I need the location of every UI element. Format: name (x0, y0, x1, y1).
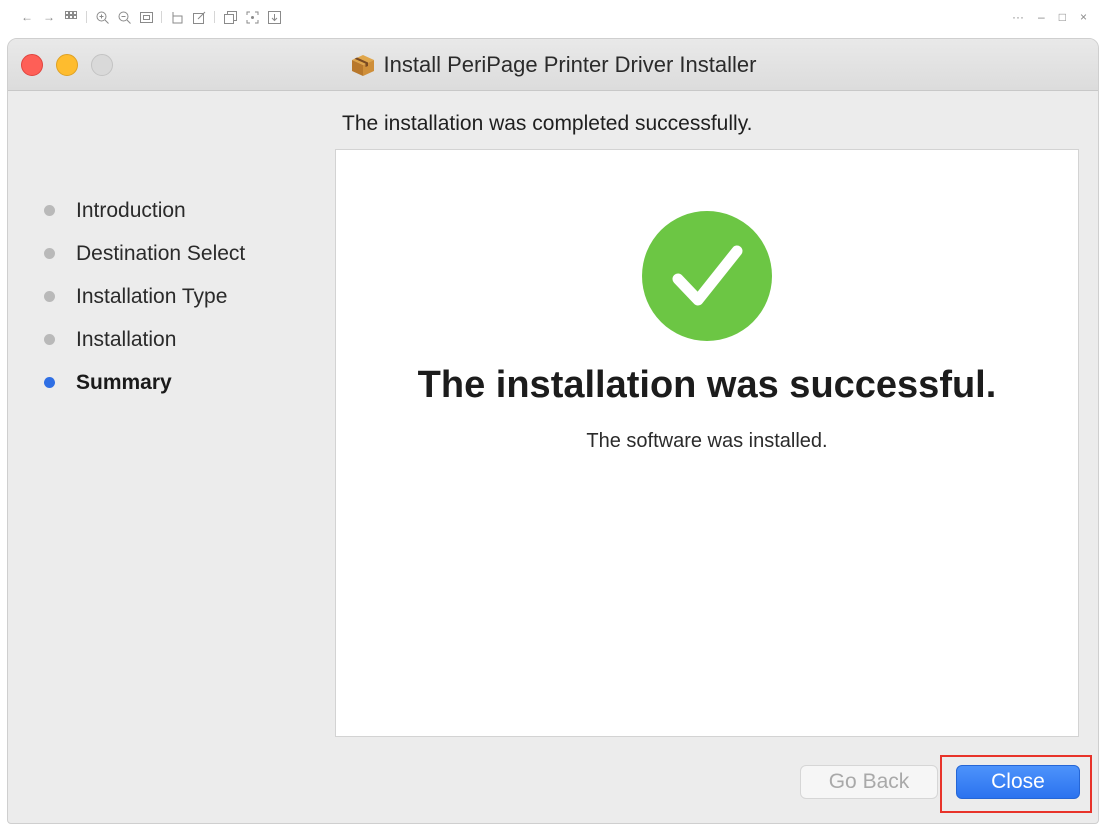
minimize-icon[interactable]: – (1038, 10, 1045, 24)
more-icon[interactable]: ··· (1012, 10, 1024, 24)
step-list: Introduction Destination Select Installa… (44, 189, 245, 404)
maximize-icon[interactable]: □ (1059, 10, 1066, 24)
step-dot-active-icon (44, 377, 55, 388)
copy-icon[interactable] (223, 10, 237, 24)
fit-icon[interactable] (139, 10, 153, 24)
step-dot-icon (44, 334, 55, 345)
viewer-window-controls: ··· – □ × (998, 0, 1087, 34)
step-installation: Installation (44, 318, 245, 361)
viewer-toolbar: ← → ··· – □ × (0, 0, 1105, 34)
title-bar: Install PeriPage Printer Driver Installe… (8, 39, 1098, 91)
success-subtitle: The software was installed. (586, 430, 828, 452)
close-icon[interactable]: × (1080, 10, 1087, 24)
step-dot-icon (44, 248, 55, 259)
package-icon (351, 55, 374, 76)
grid-icon[interactable] (64, 10, 78, 24)
step-label: Installation Type (76, 284, 228, 308)
installer-window: Install PeriPage Printer Driver Installe… (7, 38, 1099, 824)
success-checkmark-icon (642, 211, 772, 341)
step-label: Destination Select (76, 241, 246, 265)
content-panel: The installation was successful. The sof… (335, 149, 1079, 737)
rotate-icon[interactable] (170, 10, 184, 24)
step-installation-type: Installation Type (44, 275, 245, 318)
back-arrow-icon[interactable]: ← (20, 10, 34, 24)
forward-arrow-icon[interactable]: → (42, 10, 56, 24)
step-summary: Summary (44, 361, 245, 404)
edit-icon[interactable] (192, 10, 206, 24)
download-icon[interactable] (267, 10, 281, 24)
step-label: Summary (76, 370, 172, 394)
step-dot-icon (44, 291, 55, 302)
step-label: Installation (76, 327, 177, 351)
zoom-in-icon[interactable] (95, 10, 109, 24)
crop-icon[interactable] (245, 10, 259, 24)
step-destination-select: Destination Select (44, 232, 245, 275)
zoom-out-icon[interactable] (117, 10, 131, 24)
step-dot-icon (44, 205, 55, 216)
window-title-text: Install PeriPage Printer Driver Installe… (383, 52, 757, 77)
window-title: Install PeriPage Printer Driver Installe… (8, 39, 1098, 91)
step-introduction: Introduction (44, 189, 245, 232)
close-button[interactable]: Close (956, 765, 1080, 799)
step-label: Introduction (76, 198, 186, 222)
success-title: The installation was successful. (417, 364, 997, 406)
page-heading: The installation was completed successfu… (342, 112, 753, 135)
go-back-button[interactable]: Go Back (800, 765, 938, 799)
